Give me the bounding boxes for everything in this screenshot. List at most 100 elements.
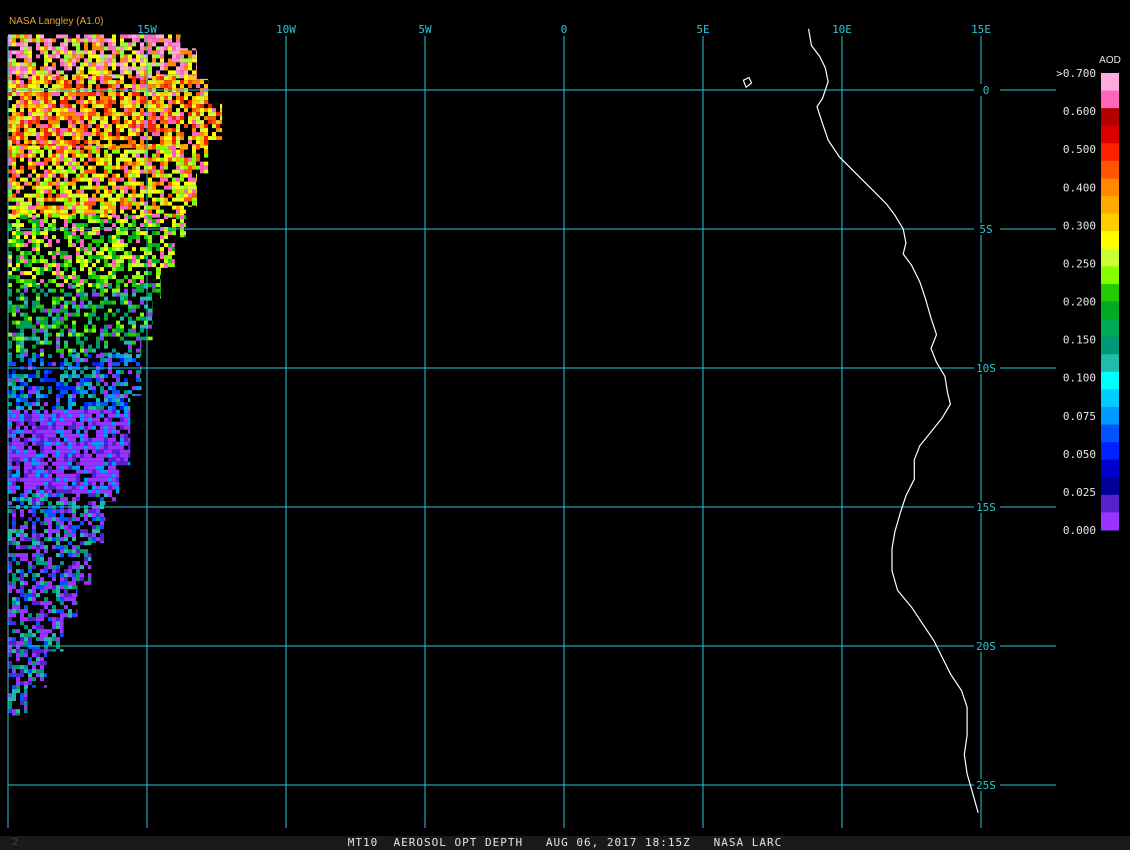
- aod-pixel-band-6: [100, 453, 104, 458]
- aod-pixel-band-3: [40, 271, 44, 276]
- aod-pixel-band-3: [180, 235, 184, 240]
- aod-pixel-band-0: [88, 58, 92, 63]
- aod-pixel-band-6: [84, 445, 88, 450]
- aod-pixel-band-3: [220, 263, 223, 268]
- aod-pixel-band-7: [212, 541, 216, 546]
- aod-pixel-band-2: [116, 161, 120, 166]
- aod-pixel-band-6: [140, 437, 144, 442]
- aod-pixel-band-2: [204, 213, 208, 218]
- aod-pixel-band-4: [208, 348, 212, 353]
- aod-pixel-band-3: [92, 255, 96, 260]
- aod-pixel-band-4: [160, 344, 164, 349]
- aod-pixel-band-1: [148, 128, 152, 133]
- aod-pixel-band-4: [76, 312, 80, 317]
- aod-pixel-band-5: [124, 406, 128, 411]
- aod-pixel-band-0: [152, 62, 156, 67]
- aod-pixel-band-5: [48, 362, 52, 367]
- aod-pixel-band-5: [84, 382, 88, 387]
- aod-pixel-band-7: [84, 533, 88, 538]
- aod-pixel-band-7: [20, 553, 24, 558]
- aod-pixel-band-1: [16, 112, 20, 117]
- aod-pixel-band-3: [204, 279, 208, 284]
- aod-pixel-band-4: [212, 284, 216, 289]
- aod-pixel-band-6: [32, 465, 36, 470]
- aod-pixel-band-4: [216, 296, 220, 301]
- aod-pixel-band-0: [172, 58, 176, 63]
- aod-pixel-band-0: [192, 42, 196, 47]
- aod-pixel-band-6: [80, 409, 84, 414]
- aod-pixel-band-3: [100, 267, 104, 272]
- aod-pixel-band-0: [212, 66, 216, 71]
- aod-pixel-band-4: [68, 312, 72, 317]
- aod-pixel-band-5: [200, 370, 204, 375]
- aod-pixel-band-2: [160, 177, 164, 182]
- aod-pixel-band-6: [200, 485, 204, 490]
- aod-pixel-band-7: [112, 537, 116, 542]
- aod-pixel-band-4: [136, 316, 140, 321]
- aod-pixel-band-1: [156, 76, 160, 81]
- aod-pixel-band-2: [192, 201, 196, 206]
- aod-pixel-band-6: [8, 489, 12, 494]
- aod-pixel-band-6: [64, 437, 68, 442]
- aod-pixel-band-2: [204, 209, 208, 214]
- aod-pixel-band-5: [56, 398, 60, 403]
- aod-pixel-band-4: [100, 332, 104, 337]
- aod-pixel-band-7: [44, 521, 48, 526]
- aod-pixel-band-1: [96, 140, 100, 145]
- aod-pixel-band-4: [208, 324, 212, 329]
- aod-pixel-band-1: [36, 112, 40, 117]
- aod-pixel-band-0: [184, 38, 188, 43]
- aod-pixel-band-1: [216, 128, 220, 133]
- aod-pixel-band-4: [44, 336, 48, 341]
- aod-pixel-band-6: [40, 469, 44, 474]
- aod-pixel-band-6: [188, 429, 192, 434]
- aod-pixel-band-2: [132, 169, 136, 174]
- aod-pixel-band-2: [92, 165, 96, 170]
- aod-pixel-band-2: [132, 153, 136, 158]
- aod-pixel-band-3: [72, 279, 76, 284]
- aod-pixel-band-4: [20, 320, 24, 325]
- aod-pixel-band-1: [64, 92, 68, 97]
- aod-pixel-band-6: [96, 457, 100, 462]
- aod-pixel-band-1: [196, 116, 200, 121]
- aod-pixel-band-3: [192, 239, 196, 244]
- aod-pixel-band-2: [208, 149, 212, 154]
- aod-pixel-band-1: [112, 80, 116, 85]
- aod-pixel-band-1: [104, 100, 108, 105]
- aod-pixel-band-3: [116, 259, 120, 264]
- aod-pixel-band-1: [184, 104, 188, 109]
- aod-pixel-band-6: [208, 409, 212, 414]
- aod-pixel-band-1: [160, 116, 164, 121]
- aod-pixel-band-0: [8, 38, 12, 43]
- aod-pixel-band-2: [100, 197, 104, 202]
- aod-pixel-band-6: [64, 409, 68, 414]
- aod-pixel-band-6: [148, 445, 152, 450]
- aod-pixel-band-0: [136, 58, 140, 63]
- aod-pixel-band-6: [160, 481, 164, 486]
- aod-pixel-band-7: [124, 497, 128, 502]
- aod-pixel-band-7: [156, 501, 160, 506]
- aod-pixel-band-2: [28, 197, 32, 202]
- aod-pixel-band-5: [132, 386, 136, 391]
- aod-pixel-band-0: [52, 50, 56, 55]
- aod-pixel-band-2: [156, 189, 160, 194]
- aod-pixel-band-4: [224, 353, 228, 357]
- aod-pixel-band-6: [156, 485, 160, 490]
- aod-pixel-band-7: [212, 501, 216, 506]
- aod-pixel-band-6: [120, 477, 124, 482]
- aod-pixel-band-2: [96, 177, 100, 182]
- aod-pixel-band-2: [160, 197, 164, 202]
- aod-pixel-band-3: [184, 215, 188, 220]
- aod-pixel-band-6: [180, 489, 184, 494]
- aod-pixel-band-6: [56, 413, 60, 418]
- aod-pixel-band-0: [212, 62, 216, 67]
- aod-pixel-band-6: [8, 469, 12, 474]
- aod-pixel-band-0: [212, 70, 216, 75]
- aod-pixel-band-5: [44, 394, 48, 399]
- aod-pixel-band-2: [36, 173, 40, 178]
- aod-pixel-band-7: [204, 521, 208, 526]
- aod-pixel-band-4: [224, 301, 228, 305]
- aod-pixel-band-4: [84, 324, 88, 329]
- aod-pixel-band-2: [224, 162, 228, 166]
- aod-pixel-band-3: [44, 243, 48, 248]
